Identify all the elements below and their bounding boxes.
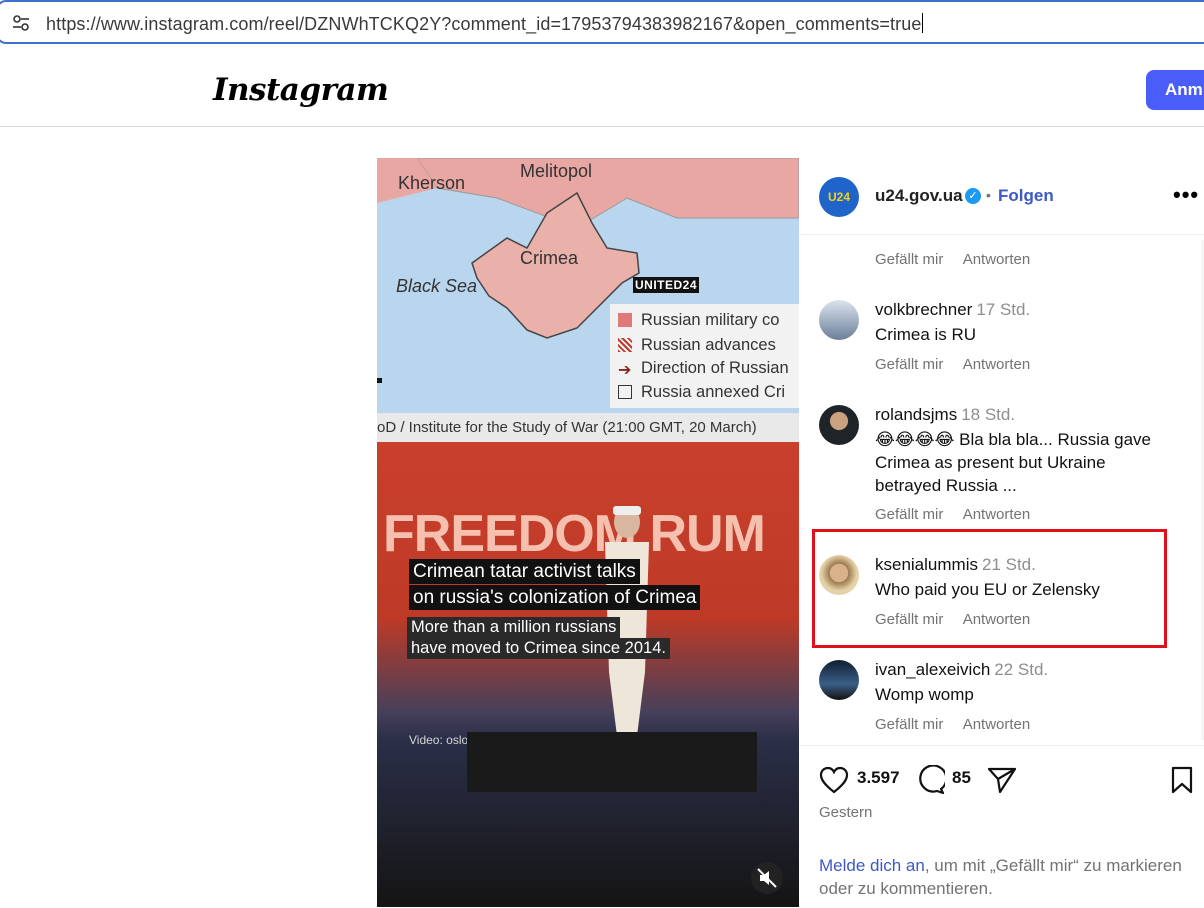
- map-label-melitopol: Melitopol: [520, 161, 593, 181]
- stage-banner: FREEDOM RUM: [383, 505, 766, 563]
- heart-icon[interactable]: [819, 766, 849, 794]
- reply-button[interactable]: Antworten: [963, 356, 1031, 373]
- like-comment-button[interactable]: Gefällt mir: [875, 251, 943, 268]
- url-text[interactable]: https://www.instagram.com/reel/DZNWhTCKQ…: [46, 13, 924, 35]
- united24-watermark: UNITED24: [633, 277, 700, 293]
- caption-line-2: on russia's colonization of Crimea: [409, 585, 701, 610]
- map-source: oD / Institute for the Study of War (21:…: [377, 413, 799, 442]
- follow-button[interactable]: Folgen: [998, 186, 1054, 206]
- map-legend: Russian military co Russian advances ➔ Di…: [610, 304, 799, 408]
- instagram-header: Instagram Anm: [0, 52, 1204, 127]
- comment-header: rolandsjms 18 Std.: [875, 405, 1015, 425]
- comment-actions: Gefällt mir Antworten: [875, 251, 1046, 268]
- comment-header: volkbrechner 17 Std.: [875, 300, 1030, 320]
- subcaption-line-1: More than a million russians: [407, 617, 621, 638]
- avatar[interactable]: [819, 660, 859, 700]
- legend-item: Russian military co: [618, 311, 779, 330]
- legend-item: Russian advances: [618, 336, 776, 355]
- map-frame: Kherson Melitopol Crimea Black Sea UNITE…: [377, 158, 799, 442]
- comment-time: 18 Std.: [961, 405, 1016, 424]
- comment-actions: Gefällt mir Antworten: [875, 716, 1046, 733]
- map-label-crimea: Crimea: [520, 248, 579, 268]
- tune-icon[interactable]: [12, 14, 30, 32]
- subcaption-line-2: have moved to Crimea since 2014.: [407, 638, 670, 659]
- share-icon[interactable]: [987, 766, 1017, 794]
- likes-count[interactable]: 3.597: [857, 768, 900, 788]
- avatar[interactable]: [819, 405, 859, 445]
- stage-scene: FREEDOM RUM Crimean tatar activist talks…: [377, 442, 799, 907]
- comment-time: 22 Std.: [994, 660, 1049, 679]
- comment-text: Crimea is RU: [875, 325, 977, 344]
- comment-time: 17 Std.: [976, 300, 1031, 319]
- bookmark-icon[interactable]: [1170, 766, 1194, 794]
- comment-text: Womp womp: [875, 685, 974, 704]
- reel-video[interactable]: Kherson Melitopol Crimea Black Sea UNITE…: [377, 158, 799, 907]
- comment-highlight-box: [812, 529, 1167, 648]
- post-date: Gestern: [819, 804, 873, 821]
- like-comment-button[interactable]: Gefällt mir: [875, 506, 943, 523]
- comment-text: 😂😂😂😂 Bla bla bla... Russia gave Crimea a…: [875, 430, 1152, 495]
- caption-line-1: Crimean tatar activist talks: [409, 559, 640, 584]
- reply-button[interactable]: Antworten: [963, 506, 1031, 523]
- comment-header: ivan_alexeivich 22 Std.: [875, 660, 1048, 680]
- comments-count[interactable]: 85: [952, 768, 971, 788]
- verified-badge-icon: ✓: [965, 188, 981, 204]
- map-label-black-sea: Black Sea: [396, 276, 478, 296]
- stage-podium: [467, 732, 757, 792]
- instagram-logo[interactable]: Instagram: [213, 72, 389, 108]
- legend-item: ➔ Direction of Russian: [618, 359, 789, 379]
- login-button[interactable]: Anm: [1146, 70, 1204, 110]
- reply-button[interactable]: Antworten: [963, 716, 1031, 733]
- comment-actions: Gefällt mir Antworten: [875, 506, 1046, 523]
- post-header: U24 u24.gov.ua ✓ • Folgen •••: [799, 158, 1204, 235]
- address-bar[interactable]: https://www.instagram.com/reel/DZNWhTCKQ…: [0, 0, 1204, 44]
- post-actions: 3.597 85 Gestern Melde dich an, um mit „…: [799, 745, 1204, 908]
- author-username[interactable]: u24.gov.ua: [875, 186, 963, 206]
- legend-item: Russia annexed Cri: [618, 383, 785, 402]
- comment-username[interactable]: rolandsjms: [875, 405, 957, 424]
- comment-actions: Gefällt mir Antworten: [875, 356, 1046, 373]
- login-prompt: Melde dich an, um mit „Gefällt mir“ zu m…: [819, 854, 1204, 900]
- comment-username[interactable]: ivan_alexeivich: [875, 660, 990, 679]
- avatar[interactable]: [819, 300, 859, 340]
- speaker-muted-icon: [757, 868, 777, 888]
- comments-list[interactable]: Gefällt mir Antworten volkbrechner 17 Std…: [799, 235, 1204, 745]
- like-comment-button[interactable]: Gefällt mir: [875, 356, 943, 373]
- like-comment-button[interactable]: Gefällt mir: [875, 716, 943, 733]
- reply-button[interactable]: Antworten: [963, 251, 1031, 268]
- comment-username[interactable]: volkbrechner: [875, 300, 972, 319]
- mute-button[interactable]: [751, 862, 783, 894]
- comment-icon[interactable]: [915, 765, 945, 795]
- more-options-icon[interactable]: •••: [1173, 182, 1199, 208]
- map-label-kherson: Kherson: [398, 173, 466, 193]
- login-link[interactable]: Melde dich an: [819, 856, 925, 875]
- separator-dot: •: [986, 187, 991, 203]
- author-avatar[interactable]: U24: [819, 177, 859, 217]
